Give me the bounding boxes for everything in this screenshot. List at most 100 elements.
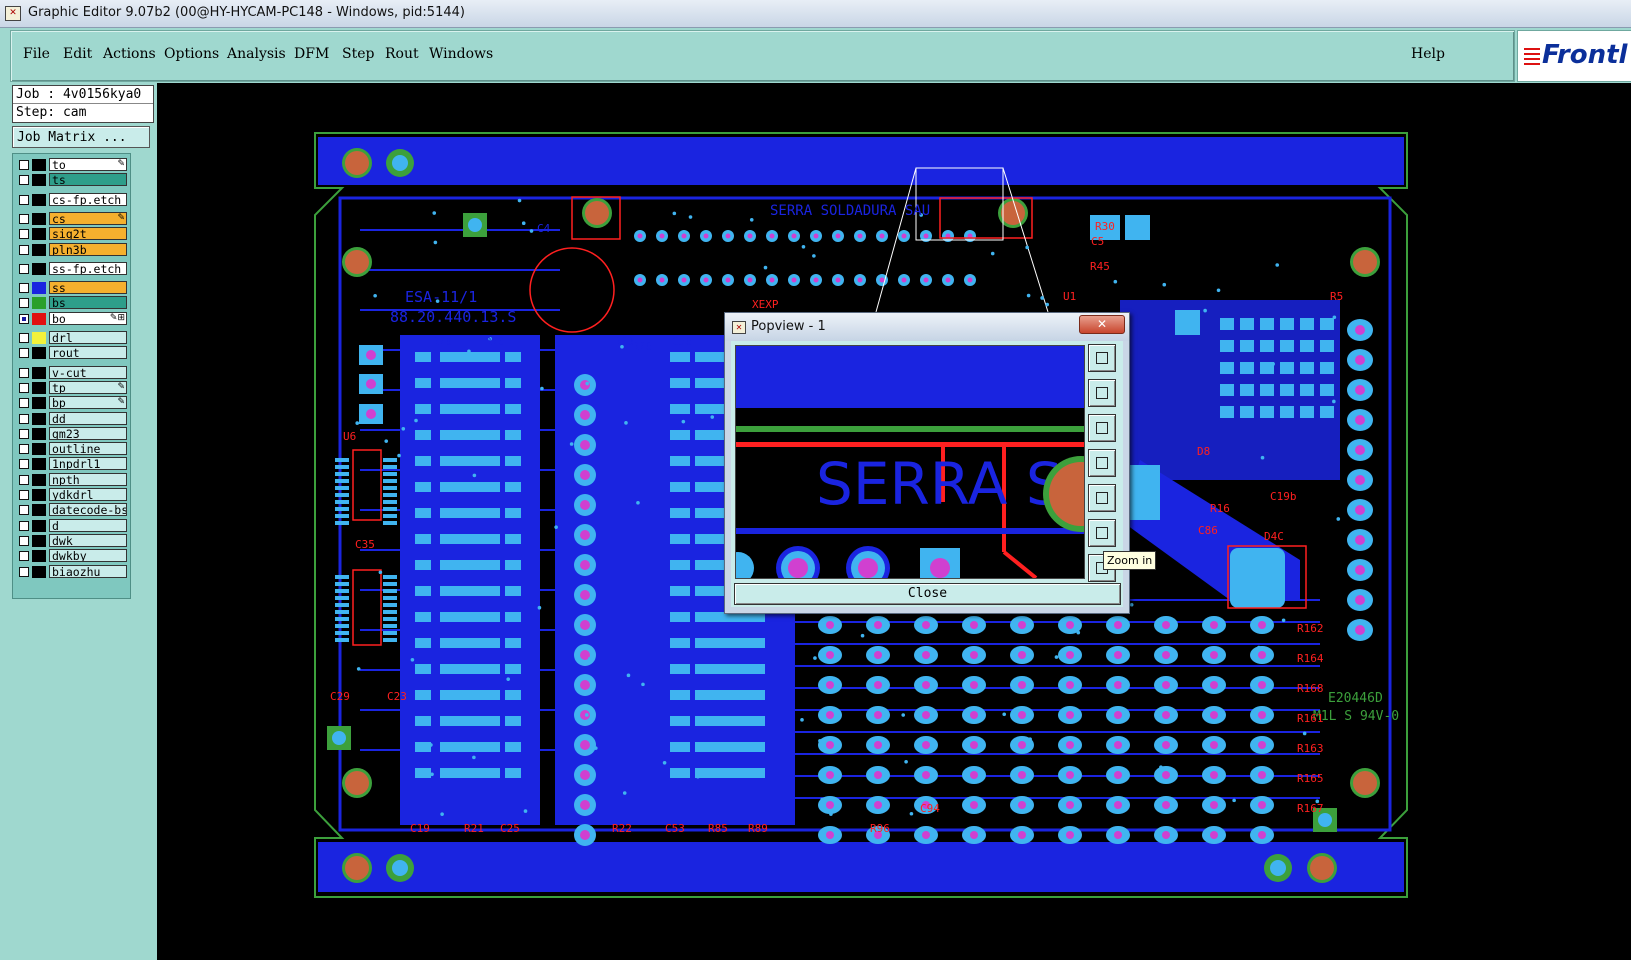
layer-checkbox[interactable] bbox=[19, 505, 29, 516]
layer-row-ss[interactable]: ss bbox=[16, 281, 127, 295]
layer-color-swatch[interactable] bbox=[32, 412, 46, 425]
layer-checkbox[interactable] bbox=[19, 490, 29, 500]
layer-name[interactable]: cs bbox=[49, 211, 127, 225]
menu-actions[interactable]: Actions bbox=[103, 46, 156, 62]
menu-windows[interactable]: Windows bbox=[429, 46, 493, 62]
layer-name[interactable]: to bbox=[49, 158, 127, 171]
layer-row-ss-fp.etch[interactable]: ss-fp.etch bbox=[16, 261, 127, 276]
layer-checkbox[interactable] bbox=[19, 229, 29, 240]
pan-down-button[interactable] bbox=[1088, 414, 1116, 442]
layer-checkbox[interactable] bbox=[19, 444, 29, 455]
layer-color-swatch[interactable] bbox=[32, 519, 46, 532]
menu-step[interactable]: Step bbox=[342, 46, 374, 62]
layer-color-swatch[interactable] bbox=[32, 565, 46, 578]
layer-name[interactable]: dwkby bbox=[49, 549, 127, 563]
popview-preview[interactable]: SERRA S bbox=[735, 345, 1085, 579]
layer-color-swatch[interactable] bbox=[32, 193, 46, 206]
layer-row-datecode-bs[interactable]: datecode-bs bbox=[16, 503, 127, 517]
layer-color-swatch[interactable] bbox=[32, 174, 46, 187]
layer-color-swatch[interactable] bbox=[32, 550, 46, 563]
layer-name[interactable]: outline bbox=[49, 442, 127, 456]
layer-name[interactable]: d bbox=[49, 518, 127, 532]
layer-checkbox[interactable] bbox=[19, 348, 29, 359]
layer-color-swatch[interactable] bbox=[32, 397, 46, 410]
layer-row-v-cut[interactable]: v-cut bbox=[16, 365, 127, 380]
layer-row-tp[interactable]: tp ✎ bbox=[16, 380, 127, 395]
layer-checkbox[interactable] bbox=[19, 367, 29, 378]
layer-color-swatch[interactable] bbox=[32, 159, 46, 171]
layer-color-swatch[interactable] bbox=[32, 262, 46, 275]
pan-left-button[interactable] bbox=[1088, 449, 1116, 477]
layer-row-drl[interactable]: drl bbox=[16, 331, 127, 345]
layer-name[interactable]: drl bbox=[49, 331, 127, 344]
layer-row-outline[interactable]: outline bbox=[16, 442, 127, 456]
layer-color-swatch[interactable] bbox=[32, 443, 46, 456]
layer-name[interactable]: datecode-bs bbox=[49, 503, 127, 517]
layer-name[interactable]: tp bbox=[49, 380, 127, 394]
layer-row-dwk[interactable]: dwk bbox=[16, 533, 127, 548]
layer-color-swatch[interactable] bbox=[32, 381, 46, 394]
layer-name[interactable]: bs bbox=[49, 296, 127, 310]
layer-color-swatch[interactable] bbox=[32, 282, 46, 295]
layer-checkbox[interactable] bbox=[19, 160, 29, 170]
layer-color-swatch[interactable] bbox=[32, 297, 46, 310]
job-matrix-button[interactable]: Job Matrix ... bbox=[12, 126, 150, 148]
menu-analysis[interactable]: Analysis bbox=[227, 46, 286, 62]
layer-row-bo[interactable]: bo ✎⊞ bbox=[16, 311, 127, 326]
layer-color-swatch[interactable] bbox=[32, 458, 46, 471]
layer-checkbox[interactable] bbox=[19, 298, 29, 309]
menu-options[interactable]: Options bbox=[164, 46, 219, 62]
layer-name[interactable]: pln3b bbox=[49, 242, 127, 256]
layer-row-cs-fp.etch[interactable]: cs-fp.etch bbox=[16, 192, 127, 207]
layer-color-swatch[interactable] bbox=[32, 489, 46, 501]
layer-checkbox[interactable] bbox=[19, 194, 29, 205]
layer-name[interactable]: ts bbox=[49, 173, 127, 187]
layer-name[interactable]: dd bbox=[49, 411, 127, 425]
layer-row-to[interactable]: to ✎ bbox=[16, 158, 127, 172]
layer-row-npth[interactable]: npth bbox=[16, 472, 127, 487]
layer-checkbox[interactable] bbox=[19, 551, 29, 562]
menu-rout[interactable]: Rout bbox=[385, 46, 419, 62]
menu-edit[interactable]: Edit bbox=[63, 46, 92, 62]
layer-name[interactable]: rout bbox=[49, 346, 127, 360]
layer-name[interactable]: sig2t bbox=[49, 227, 127, 241]
layer-checkbox[interactable] bbox=[19, 263, 29, 274]
zoom-fit-button[interactable] bbox=[1088, 344, 1116, 372]
layer-row-ydkdrl[interactable]: ydkdrl bbox=[16, 488, 127, 502]
popview-titlebar[interactable]: ✕ Popview - 1 ✕ bbox=[725, 313, 1129, 341]
layer-color-swatch[interactable] bbox=[32, 212, 46, 225]
layer-checkbox[interactable] bbox=[19, 474, 29, 485]
popview-close-icon[interactable]: ✕ bbox=[1079, 315, 1125, 334]
layer-color-swatch[interactable] bbox=[32, 534, 46, 547]
layer-color-swatch[interactable] bbox=[32, 347, 46, 360]
menu-file[interactable]: File bbox=[23, 46, 50, 62]
layer-row-rout[interactable]: rout bbox=[16, 346, 127, 360]
layer-color-swatch[interactable] bbox=[32, 504, 46, 517]
layer-color-swatch[interactable] bbox=[32, 243, 46, 256]
layer-checkbox[interactable] bbox=[19, 283, 29, 294]
layer-name[interactable]: dwk bbox=[49, 533, 127, 547]
layer-row-dd[interactable]: dd bbox=[16, 411, 127, 426]
layer-name[interactable]: bp bbox=[49, 396, 127, 410]
layer-checkbox[interactable] bbox=[19, 535, 29, 546]
layer-checkbox[interactable] bbox=[19, 244, 29, 255]
layer-color-swatch[interactable] bbox=[32, 473, 46, 486]
pan-up-button[interactable] bbox=[1088, 379, 1116, 407]
pan-right-button[interactable] bbox=[1088, 484, 1116, 512]
layer-checkbox[interactable] bbox=[19, 520, 29, 531]
layer-row-d[interactable]: d bbox=[16, 518, 127, 533]
layer-name[interactable]: biaozhu bbox=[49, 564, 127, 578]
layer-checkbox[interactable] bbox=[19, 428, 29, 439]
layer-checkbox[interactable] bbox=[19, 459, 29, 470]
layer-row-bp[interactable]: bp ✎ bbox=[16, 396, 127, 410]
layer-row-1npdrl1[interactable]: 1npdrl1 bbox=[16, 457, 127, 471]
layer-checkbox[interactable] bbox=[19, 213, 29, 224]
layer-color-swatch[interactable] bbox=[32, 427, 46, 440]
layer-color-swatch[interactable] bbox=[32, 366, 46, 379]
popview-close-button[interactable]: Close bbox=[734, 583, 1121, 605]
layer-name[interactable]: gm23 bbox=[49, 426, 127, 440]
layer-row-pln3b[interactable]: pln3b bbox=[16, 242, 127, 257]
layer-name[interactable]: npth bbox=[49, 472, 127, 486]
layer-checkbox[interactable] bbox=[19, 413, 29, 424]
layer-checkbox[interactable] bbox=[19, 333, 29, 343]
